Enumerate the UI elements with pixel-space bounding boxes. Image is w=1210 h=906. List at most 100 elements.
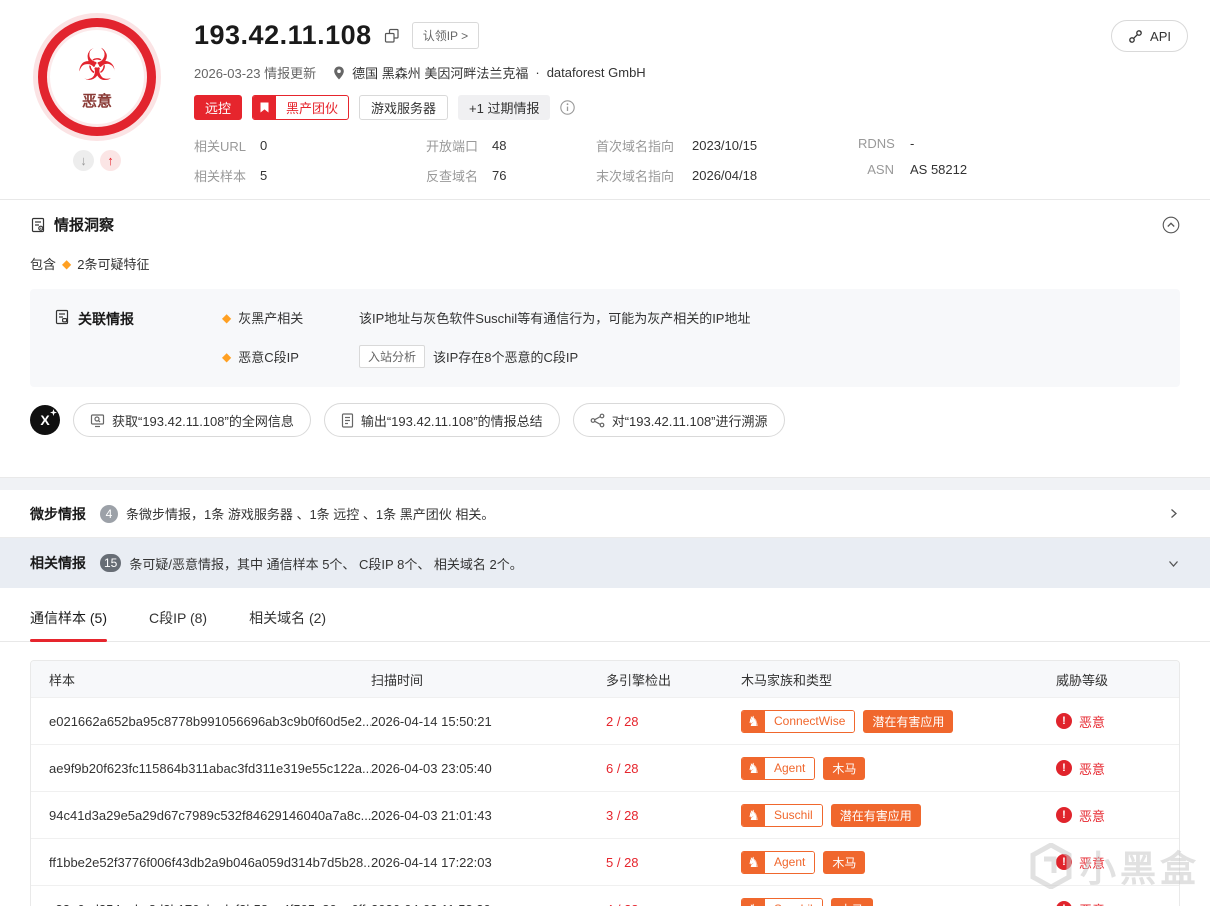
sample-hash[interactable]: e021662a652ba95c8778b991056696ab3c9b0f60… (31, 714, 371, 729)
threat-alert-icon: ! (1056, 901, 1072, 906)
stats-grid: 相关URL 0 相关样本 5 开放端口 48 反查域名 76 首次域名指向 2023/10… (194, 136, 1180, 185)
linked-doc-icon (54, 309, 70, 325)
tag-remote-control[interactable]: 远控 (194, 95, 243, 120)
meta-separator: · (535, 65, 540, 80)
header-main: 193.42.11.108 认领IP > 2026-03-23 情报更新 德国 … (164, 18, 1180, 185)
stat-related-url: 相关URL 0 (194, 138, 268, 154)
feature-gray-industry: ◆ 灰黑产相关 该IP地址与灰色软件Suschil等有通信行为，可能为灰产相关的I… (222, 310, 751, 327)
table-row[interactable]: e021662a652ba95c8778b991056696ab3c9b0f60… (31, 697, 1179, 744)
copy-icon[interactable] (384, 28, 400, 44)
vote-up-button[interactable]: ↑ (100, 150, 121, 171)
diamond-icon: ◆ (62, 256, 72, 271)
tag-expired-intel[interactable]: +1 过期情报 (458, 95, 551, 120)
ai-actions-row: X 获取“193.42.11.108”的全网信息 输出“193.42.11.10… (30, 403, 1180, 437)
col-header-family: 木马家族和类型 (741, 672, 833, 688)
malware-type-badge: 木马 (830, 897, 873, 906)
info-icon[interactable] (560, 100, 576, 115)
sample-hash[interactable]: 94c41d3a29e5a29d67c7989c532f84629146040a… (31, 808, 371, 823)
trojan-horse-icon: ♞ (742, 851, 765, 873)
intel-update-date: 2026-03-23 情报更新 (194, 66, 317, 81)
diamond-icon: ◆ (222, 310, 232, 325)
stat-related-samples: 相关样本 5 (194, 168, 268, 184)
related-intel-text: 条可疑/恶意情报，其中 通信样本 5个、 C段IP 8个、 相关域名 2个。 (129, 556, 523, 572)
ai-intel-summary-button[interactable]: 输出“193.42.11.108”的情报总结 (323, 403, 560, 437)
related-intel-label: 相关情报 (30, 555, 86, 571)
ai-assistant-logo[interactable]: X (30, 405, 60, 435)
threat-alert-icon: ! (1056, 854, 1072, 870)
api-label: API (1150, 28, 1171, 44)
insight-doc-icon (30, 217, 46, 233)
ip-intel-page: API ☣ 恶意 ↓ ↑ 193.42.11.108 认领IP > 2026-0… (0, 0, 1210, 906)
related-count-badge: 15 (100, 554, 122, 572)
claim-ip-button[interactable]: 认领IP > (411, 22, 480, 49)
feature-malicious-csegment: ◆ 恶意C段IP 入站分析 该IP存在8个恶意的C段IP (222, 345, 750, 368)
family-badge[interactable]: ♞ Agent (741, 756, 816, 780)
tab-comm-samples[interactable]: 通信样本 (5) (30, 608, 107, 642)
trojan-horse-icon: ♞ (742, 804, 765, 826)
insight-title: 情报洞察 (54, 217, 115, 234)
associated-intel-box: 关联情报 ◆ 灰黑产相关 该IP地址与灰色软件Suschil等有通信行为，可能为灰… (30, 289, 1180, 387)
table-row[interactable]: c32a6ed254aabc8d3b176abedef3b58ea4f505e8… (31, 885, 1179, 906)
tab-related-domains[interactable]: 相关域名 (2) (249, 608, 326, 641)
stat-asn: ASN AS 58212 (867, 162, 968, 177)
sample-hash[interactable]: c32a6ed254aabc8d3b176abedef3b58ea4f505e8… (31, 902, 371, 906)
malware-type-badge: 木马 (823, 850, 866, 874)
collapse-icon[interactable] (1162, 216, 1180, 234)
insight-summary: 包含 ◆ 2条可疑特征 (30, 256, 150, 273)
tag-black-gang[interactable]: 黑产团伙 (252, 95, 350, 120)
sample-hash[interactable]: ae9f9b20f623fc115864b311abac3fd311e319e5… (31, 761, 371, 776)
col-header-sample: 样本 (49, 672, 76, 688)
ai-trace-source-button[interactable]: 对“193.42.11.108”进行溯源 (572, 403, 785, 437)
associated-intel-label: 关联情报 (54, 308, 222, 368)
location-pin-icon (333, 66, 345, 80)
biohazard-icon: ☣ (77, 40, 117, 90)
vote-down-button[interactable]: ↓ (73, 150, 94, 171)
threat-alert-icon: ! (1056, 807, 1072, 823)
api-button[interactable]: API (1111, 20, 1188, 52)
stat-rdns: RDNS - (858, 136, 915, 151)
chevron-down-icon[interactable] (1167, 557, 1180, 570)
inbound-analysis-button[interactable]: 入站分析 (359, 345, 426, 368)
geo-location: 德国 黑森州 美因河畔法兰克福 (352, 66, 529, 81)
trace-graph-icon (590, 413, 605, 428)
document-icon (341, 412, 354, 428)
trojan-horse-icon: ♞ (742, 898, 765, 906)
org-name: dataforest GmbH (546, 65, 646, 80)
samples-table: 样本 扫描时间 多引擎检出 木马家族和类型 威胁等级 e021662a652ba… (30, 660, 1180, 906)
threat-alert-icon: ! (1056, 713, 1072, 729)
table-row[interactable]: 94c41d3a29e5a29d67c7989c532f84629146040a… (31, 791, 1179, 838)
col-header-scan-time: 扫描时间 (371, 672, 424, 688)
meta-row: 2026-03-23 情报更新 德国 黑森州 美因河畔法兰克福 · datafo… (194, 63, 1180, 82)
related-tabs: 通信样本 (5) C段IP (8) 相关域名 (2) (0, 608, 1210, 642)
ai-fullnet-info-button[interactable]: 获取“193.42.11.108”的全网信息 (73, 403, 311, 437)
threat-alert-icon: ! (1056, 760, 1072, 776)
family-badge[interactable]: ♞ ConnectWise (741, 709, 856, 733)
sample-hash[interactable]: ff1bbe2e52f3776f006f43db2a9b046a059d314b… (31, 855, 371, 870)
weibu-intel-label: 微步情报 (30, 505, 86, 522)
diamond-icon: ◆ (222, 349, 232, 364)
family-badge[interactable]: ♞ Agent (741, 850, 816, 874)
section-divider-band (0, 477, 1210, 490)
stat-first-seen: 首次域名指向 2023/10/15 (596, 138, 758, 154)
weibu-count-badge: 4 (100, 504, 118, 523)
trojan-horse-icon: ♞ (742, 710, 765, 732)
api-icon (1128, 29, 1143, 44)
family-badge[interactable]: ♞Suschil (741, 803, 823, 827)
weibu-intel-row[interactable]: 微步情报 4 条微步情报，1条 游戏服务器 、1条 远控 、1条 黑产团伙 相关… (0, 490, 1210, 538)
tag-game-server[interactable]: 游戏服务器 (359, 95, 449, 120)
malware-type-badge: 潜在有害应用 (830, 803, 921, 827)
related-intel-row[interactable]: 相关情报 15 条可疑/恶意情报，其中 通信样本 5个、 C段IP 8个、 相关… (0, 538, 1210, 588)
bookmark-icon (253, 96, 277, 119)
tab-c-segment-ip[interactable]: C段IP (8) (149, 608, 207, 641)
table-row[interactable]: ae9f9b20f623fc115864b311abac3fd311e319e5… (31, 744, 1179, 791)
family-badge[interactable]: ♞Suschil (741, 897, 823, 906)
table-row[interactable]: ff1bbe2e52f3776f006f43db2a9b046a059d314b… (31, 838, 1179, 885)
trojan-horse-icon: ♞ (742, 757, 765, 779)
chevron-right-icon[interactable] (1167, 507, 1180, 520)
col-header-detection: 多引擎检出 (606, 672, 672, 688)
tags-row: 远控 黑产团伙 游戏服务器 +1 过期情报 (194, 95, 1180, 120)
malware-type-badge: 潜在有害应用 (863, 709, 954, 733)
malware-type-badge: 木马 (823, 756, 866, 780)
ip-title: 193.42.11.108 (194, 20, 372, 50)
stat-open-ports: 开放端口 48 (426, 138, 507, 154)
